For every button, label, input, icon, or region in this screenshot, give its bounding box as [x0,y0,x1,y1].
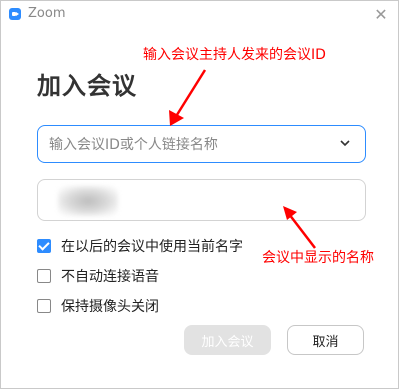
arrow-to-meeting-id [169,69,207,126]
arrow-to-display-name [283,206,316,249]
annotation-arrows [169,69,316,249]
